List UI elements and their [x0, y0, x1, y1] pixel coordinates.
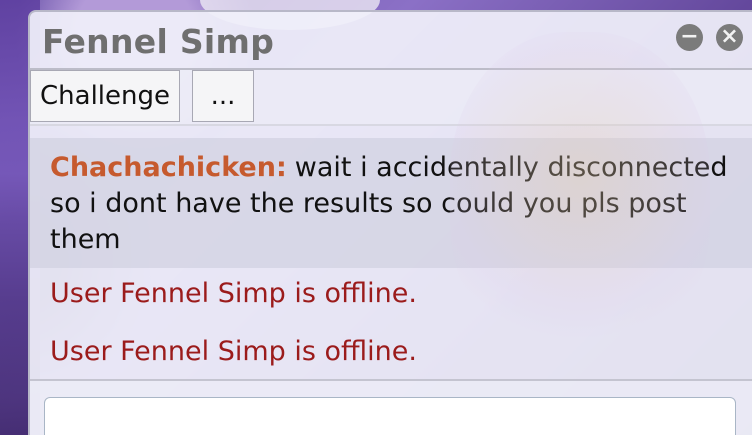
close-icon[interactable]: × — [716, 24, 743, 51]
chat-message: Chachachicken: wait i accidentally discon… — [30, 138, 752, 268]
offline-notice: User Fennel Simp is offline. — [50, 278, 417, 309]
chat-input[interactable] — [44, 397, 736, 435]
input-area — [30, 379, 752, 435]
window-title: Fennel Simp — [42, 22, 275, 61]
title-bar[interactable]: Fennel Simp − × — [30, 12, 752, 68]
pm-window: Fennel Simp − × Challenge ... Chachachic… — [28, 10, 752, 435]
challenge-button[interactable]: Challenge — [30, 70, 180, 122]
action-bar: Challenge ... — [30, 68, 752, 126]
minimize-icon[interactable]: − — [676, 24, 703, 51]
more-options-button[interactable]: ... — [192, 70, 254, 122]
chat-log: Chachachicken: wait i accidentally discon… — [30, 138, 752, 378]
message-username[interactable]: Chachachicken: — [50, 152, 287, 183]
offline-notice: User Fennel Simp is offline. — [50, 336, 417, 367]
